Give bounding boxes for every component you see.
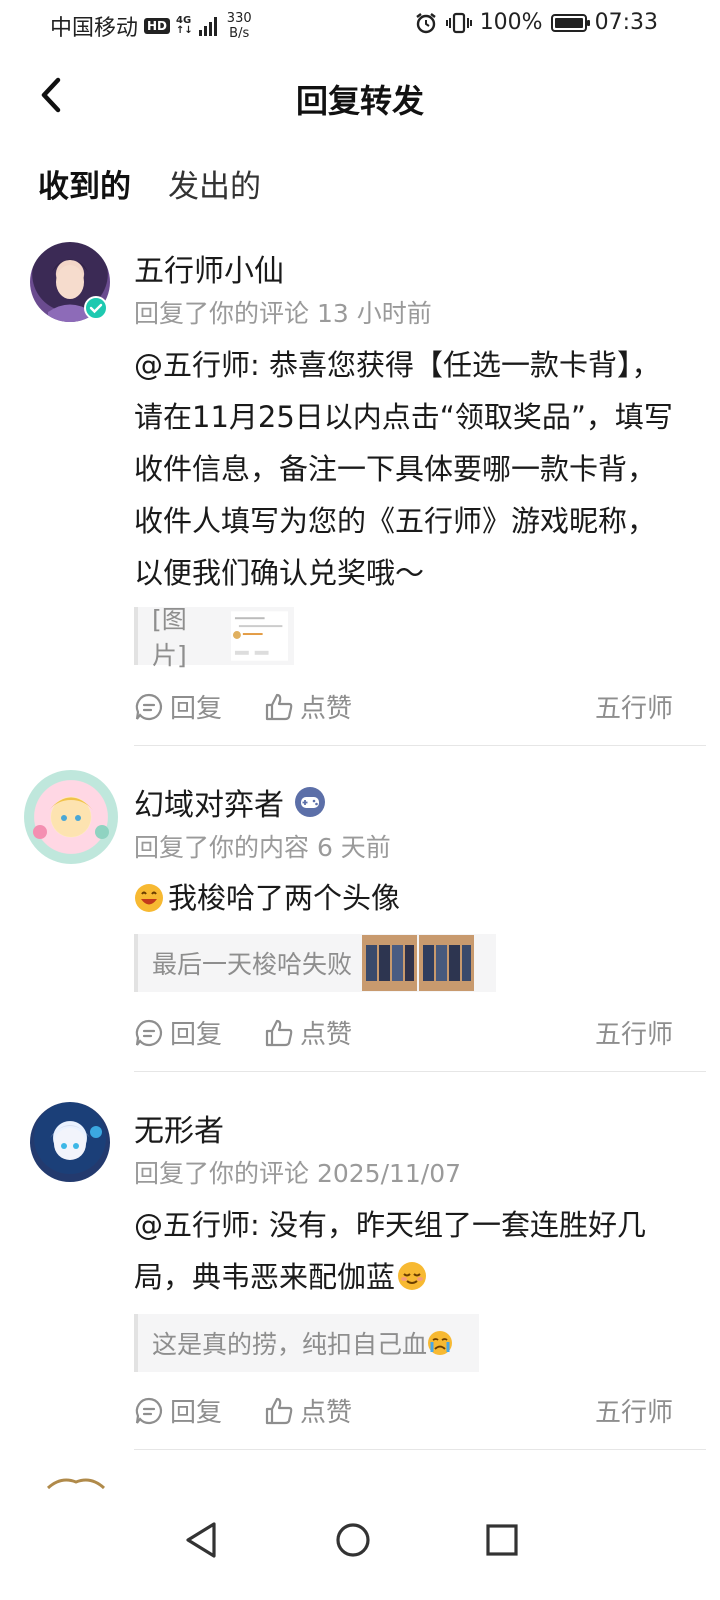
comment-icon: [135, 693, 163, 720]
comment-icon: [135, 1019, 163, 1046]
name-row: 五行师小仙: [134, 246, 284, 290]
reply-body: 我梭哈了两个头像: [134, 872, 679, 924]
tab-received[interactable]: 收到的: [38, 161, 131, 206]
source-label[interactable]: 五行师: [595, 1014, 673, 1051]
gamer-badge-icon: [295, 787, 325, 817]
thumbs-up-icon: [265, 1397, 293, 1424]
system-nav-bar: [0, 1490, 720, 1600]
thumbs-up-icon: [265, 1019, 293, 1046]
header: 回复转发: [0, 60, 720, 130]
status-right: 100% 07:33: [414, 10, 658, 35]
quoted-content[interactable]: [图片]: [134, 605, 294, 670]
speed-value: 330: [226, 11, 252, 26]
reply-button[interactable]: 回复: [134, 1392, 222, 1429]
action-bar: 回复 点赞 五行师: [134, 1014, 679, 1054]
divider: [134, 1071, 706, 1072]
thumbnail-1: [362, 935, 418, 991]
user-name[interactable]: 五行师小仙: [134, 246, 284, 290]
speed-unit: B/s: [229, 26, 250, 41]
tab-sent[interactable]: 发出的: [168, 161, 261, 206]
network-arrows: ↑↓: [176, 25, 193, 36]
network-speed: 330 B/s: [227, 11, 252, 41]
quoted-text: [图片]: [152, 605, 187, 670]
reply-body: @五行师: 没有，昨天组了一套连胜好几局，典韦恶来配伽蓝: [134, 1199, 679, 1303]
next-item-avatar: [46, 1474, 106, 1490]
divider: [134, 1449, 706, 1450]
quoted-text: 这是真的捞，纯扣自己血: [152, 1330, 428, 1359]
reply-button[interactable]: 回复: [134, 688, 222, 725]
thumbnail-2: [419, 935, 475, 991]
action-bar: 回复 点赞 五行师: [134, 688, 679, 728]
image-thumbnails[interactable]: [362, 935, 475, 991]
image-thumbnail[interactable]: [230, 611, 288, 661]
reply-text: @五行师: 没有，昨天组了一套连胜好几局，典韦恶来配伽蓝: [134, 1208, 646, 1294]
like-button[interactable]: 点赞: [264, 1392, 352, 1429]
nav-back-icon[interactable]: [172, 1510, 232, 1570]
quoted-content[interactable]: 最后一天梭哈失败: [134, 934, 496, 992]
signal-icon: [198, 16, 217, 36]
crying-emoji-icon: [428, 1331, 453, 1355]
nav-recents-icon[interactable]: [472, 1510, 532, 1570]
source-label[interactable]: 五行师: [595, 1392, 673, 1429]
avatar[interactable]: [24, 770, 118, 864]
reply-button[interactable]: 回复: [134, 1014, 222, 1051]
page-title: 回复转发: [295, 82, 424, 120]
avatar-image: [50, 1125, 102, 1160]
battery-percent: 100%: [479, 10, 543, 35]
like-button[interactable]: 点赞: [264, 1014, 352, 1051]
name-row: 幻域对弈者: [134, 780, 326, 824]
status-left: 中国移动 HD 4G ↑↓ 330 B/s: [50, 10, 252, 42]
user-name[interactable]: 幻域对弈者: [134, 780, 284, 824]
hd-badge: HD: [144, 18, 171, 34]
divider: [134, 745, 706, 746]
source-label[interactable]: 五行师: [595, 688, 673, 725]
avatar[interactable]: [30, 1102, 110, 1182]
reply-label: 回复: [170, 694, 223, 724]
reply-label: 回复: [170, 1398, 223, 1428]
verified-badge-icon: [84, 296, 108, 320]
reply-text: 我梭哈了两个头像: [168, 881, 401, 915]
status-time: 07:33: [594, 10, 658, 35]
nav-home-icon[interactable]: [323, 1510, 383, 1570]
alarm-icon: [415, 12, 436, 33]
like-label: 点赞: [300, 694, 353, 724]
user-name[interactable]: 无形者: [134, 1106, 224, 1150]
like-label: 点赞: [300, 1020, 353, 1050]
reply-meta: 回复了你的评论 13 小时前: [134, 299, 432, 328]
like-button[interactable]: 点赞: [264, 688, 352, 725]
like-label: 点赞: [300, 1398, 353, 1428]
quoted-content[interactable]: 这是真的捞，纯扣自己血: [134, 1314, 479, 1372]
status-bar: 中国移动 HD 4G ↑↓ 330 B/s 100% 07:33: [0, 0, 720, 48]
relieved-emoji-icon: [398, 1262, 427, 1290]
tab-bar: 收到的 发出的: [0, 155, 720, 215]
comment-icon: [135, 1397, 163, 1424]
carrier-name: 中国移动: [50, 16, 139, 41]
battery-level: [554, 17, 583, 28]
avatar-image: [33, 797, 109, 839]
grinning-emoji-icon: [135, 884, 163, 912]
name-row: 无形者: [134, 1106, 224, 1150]
vibrate-icon: [445, 12, 472, 33]
thumbs-up-icon: [265, 693, 293, 720]
reply-meta: 回复了你的内容 6 天前: [134, 833, 391, 862]
reply-text: @五行师: 恭喜您获得【任选一款卡背】，请在11月25日以内点击“领取奖品”，填…: [134, 348, 673, 590]
reply-meta: 回复了你的评论 2025/11/07: [134, 1159, 462, 1188]
reply-label: 回复: [170, 1020, 223, 1050]
action-bar: 回复 点赞 五行师: [134, 1392, 679, 1432]
quoted-text: 最后一天梭哈失败: [152, 950, 353, 979]
battery-icon: [550, 13, 590, 32]
network-type: 4G ↑↓: [176, 16, 193, 36]
